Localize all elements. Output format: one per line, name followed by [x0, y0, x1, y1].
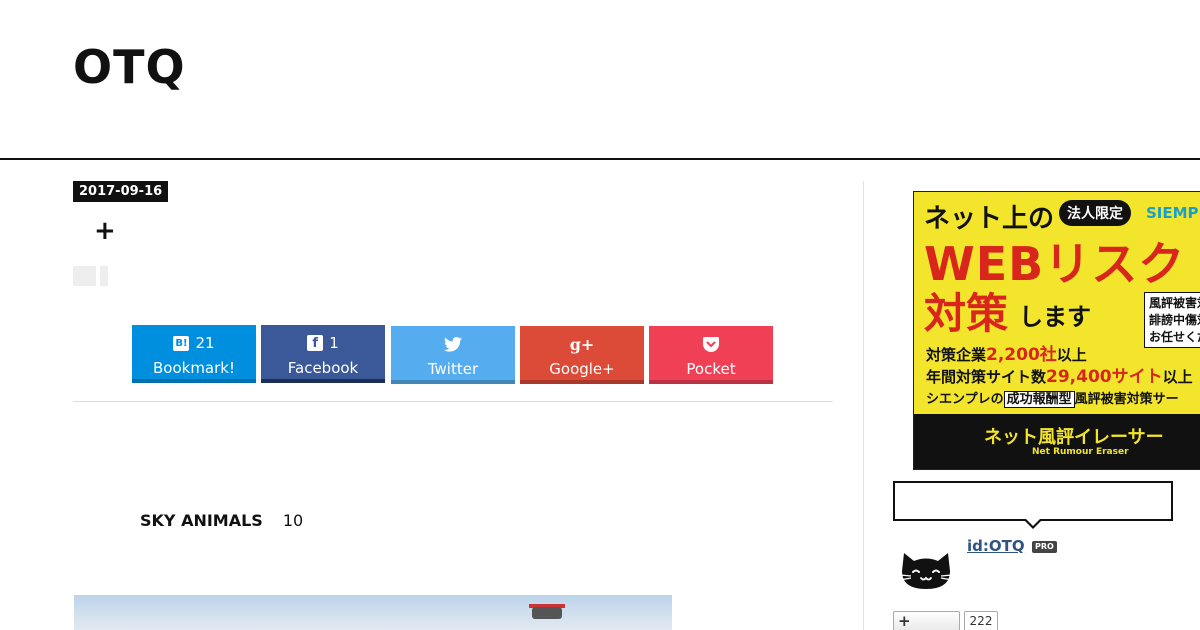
sky-animals-count: 10	[282, 511, 304, 530]
ad-brand: SIEMP	[1146, 204, 1199, 222]
ad-side-line-2: 誹謗中傷対	[1149, 313, 1200, 327]
hatena-bookmark-button[interactable]: B! 21 Bookmark!	[132, 325, 256, 383]
advertisement-banner[interactable]: ネット上の 法人限定 SIEMP WEBリスク 対策 します 風評被害対 誹謗中…	[913, 191, 1200, 470]
google-plus-share-button[interactable]: g+ Google+	[520, 326, 644, 384]
article-photo	[74, 595, 672, 630]
ad-headline-3: 対策	[924, 289, 1009, 338]
content-divider	[73, 401, 833, 402]
sky-animals-title: SKY ANIMALS	[140, 511, 263, 530]
pocket-label: Pocket	[686, 360, 736, 378]
entry-date[interactable]: 2017-09-16	[73, 181, 169, 202]
facebook-label: Facebook	[287, 359, 359, 377]
photo-drone-body	[532, 607, 562, 619]
pocket-icon	[703, 336, 719, 352]
sidebar-separator	[863, 181, 864, 630]
ad-stat-sites: 年間対策サイト数29,400サイト以上	[926, 362, 1193, 387]
profile-bubble	[893, 481, 1173, 521]
ad-headline-3b: します	[1019, 303, 1091, 331]
ad-service-boxed: 成功報酬型	[1003, 391, 1075, 408]
follow-button[interactable]: +	[893, 611, 960, 630]
hatena-bookmark-count: 21	[195, 334, 215, 352]
twitter-bird-icon	[444, 336, 462, 352]
facebook-count: 1	[329, 334, 339, 352]
ad-corporate-badge: 法人限定	[1059, 200, 1131, 226]
share-buttons: B! 21 Bookmark! f 1 Facebook Twitter g+ …	[132, 325, 777, 385]
ad-footer-title: ネット風評イレーサー	[984, 427, 1164, 448]
category-placeholder-1	[73, 266, 96, 286]
google-plus-label: Google+	[549, 360, 615, 378]
cat-avatar-icon[interactable]	[898, 545, 954, 591]
ad-service-suffix: 風評被害対策サー	[1074, 392, 1179, 407]
hatena-bookmark-label: Bookmark!	[152, 359, 235, 377]
twitter-label: Twitter	[427, 360, 479, 378]
pro-badge: PRO	[1032, 541, 1057, 553]
entry-subheading: SKY ANIMALS 10	[140, 511, 303, 530]
ad-side-box: 風評被害対 誹謗中傷対 お任せくだ	[1144, 292, 1200, 348]
site-header: OTQ	[0, 0, 1200, 160]
ad-service-prefix: シエンプレの	[926, 392, 1004, 407]
follower-count: 222	[964, 611, 998, 630]
facebook-share-button[interactable]: f 1 Facebook	[261, 325, 385, 383]
ad-stat-sites-value: 29,400サイト	[1046, 367, 1163, 387]
entry-title-plus: +	[94, 216, 116, 246]
ad-service-line: シエンプレの 成功報酬型 風評被害対策サー	[926, 388, 1179, 408]
facebook-icon: f	[307, 335, 324, 351]
site-title[interactable]: OTQ	[73, 40, 186, 94]
profile-bubble-arrow-fill	[1025, 518, 1041, 526]
hatena-bookmark-icon: B!	[173, 335, 190, 351]
ad-side-line-3: お任せくだ	[1149, 330, 1200, 344]
ad-stat-sites-prefix: 年間対策サイト数	[926, 368, 1047, 386]
category-placeholder-2	[100, 266, 108, 286]
twitter-share-button[interactable]: Twitter	[391, 326, 515, 384]
google-plus-icon: g+	[569, 334, 595, 354]
profile-id-link[interactable]: id:OTQ	[967, 537, 1025, 555]
ad-footer-subtitle: Net Rumour Eraser	[1032, 447, 1129, 457]
ad-side-line-1: 風評被害対	[1149, 296, 1200, 310]
pocket-share-button[interactable]: Pocket	[649, 326, 773, 384]
ad-footer: ネット風評イレーサー Net Rumour Eraser	[914, 414, 1200, 469]
ad-stat-sites-suffix: 以上	[1162, 368, 1193, 386]
